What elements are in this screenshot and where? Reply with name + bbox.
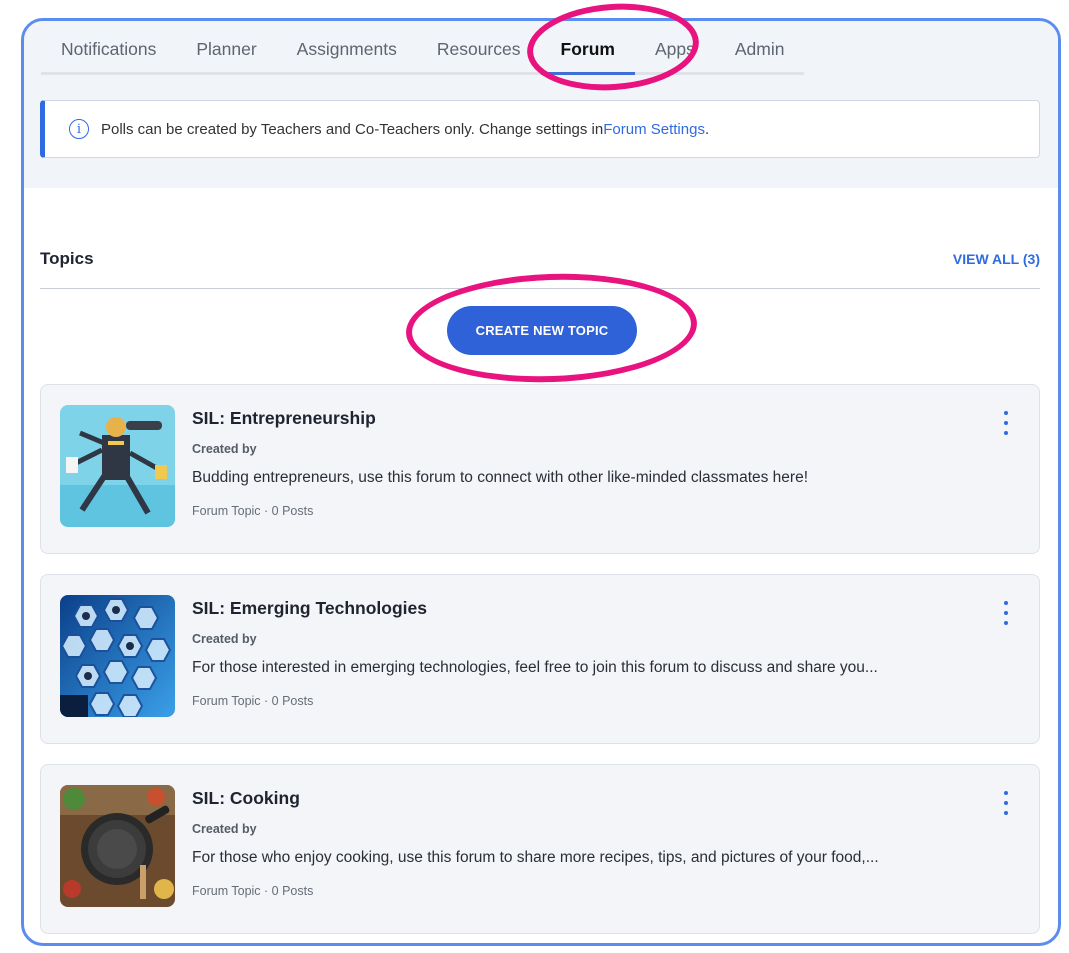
topic-image-cooking — [60, 785, 175, 907]
topic-title[interactable]: SIL: Cooking — [192, 788, 300, 809]
tab-forum[interactable]: Forum — [540, 35, 635, 75]
topics-header: Topics VIEW ALL (3) — [40, 247, 1040, 289]
topics-title: Topics — [40, 249, 94, 268]
topic-description: For those who enjoy cooking, use this fo… — [192, 849, 879, 866]
topic-description: Budding entrepreneurs, use this forum to… — [192, 469, 809, 486]
topic-image-emerging-technologies — [60, 595, 175, 717]
topic-meta: Forum Topic · 0 Posts — [192, 504, 314, 518]
tab-planner[interactable]: Planner — [176, 35, 277, 75]
topic-title[interactable]: SIL: Emerging Technologies — [192, 598, 427, 619]
tab-admin[interactable]: Admin — [714, 35, 805, 75]
tab-resources[interactable]: Resources — [416, 35, 541, 75]
more-options-icon[interactable] — [1001, 411, 1011, 435]
tab-assignments[interactable]: Assignments — [276, 35, 417, 75]
view-all-link[interactable]: VIEW ALL (3) — [953, 251, 1040, 267]
forum-settings-link[interactable]: Forum Settings — [603, 121, 705, 138]
topic-meta: Forum Topic · 0 Posts — [192, 884, 314, 898]
alert-end: . — [704, 120, 710, 138]
created-by-label: Created by — [192, 632, 257, 646]
info-icon: i — [69, 119, 89, 139]
topic-title[interactable]: SIL: Entrepreneurship — [192, 408, 376, 429]
created-by-label: Created by — [192, 442, 257, 456]
info-alert: i Polls can be created by Teachers and C… — [40, 100, 1040, 158]
more-options-icon[interactable] — [1001, 791, 1011, 815]
tab-apps[interactable]: Apps — [634, 35, 715, 75]
topic-card[interactable]: SIL: Emerging Technologies Created by Fo… — [40, 574, 1040, 744]
topic-card[interactable]: SIL: Entrepreneurship Created by Budding… — [40, 384, 1040, 554]
header-area: Notifications Planner Assignments Resour… — [24, 21, 1058, 188]
topic-meta: Forum Topic · 0 Posts — [192, 694, 314, 708]
more-options-icon[interactable] — [1001, 601, 1011, 625]
topic-description: For those interested in emerging technol… — [192, 659, 878, 676]
topic-image-entrepreneurship — [60, 405, 175, 527]
topic-card[interactable]: SIL: Cooking Created by For those who en… — [40, 764, 1040, 934]
created-by-label: Created by — [192, 822, 257, 836]
create-new-topic-button[interactable]: CREATE NEW TOPIC — [447, 306, 637, 355]
app-frame: Notifications Planner Assignments Resour… — [21, 18, 1061, 946]
tab-notifications[interactable]: Notifications — [41, 35, 177, 75]
tab-bar: Notifications Planner Assignments Resour… — [41, 35, 805, 75]
alert-text: Polls can be created by Teachers and Co-… — [101, 120, 604, 138]
